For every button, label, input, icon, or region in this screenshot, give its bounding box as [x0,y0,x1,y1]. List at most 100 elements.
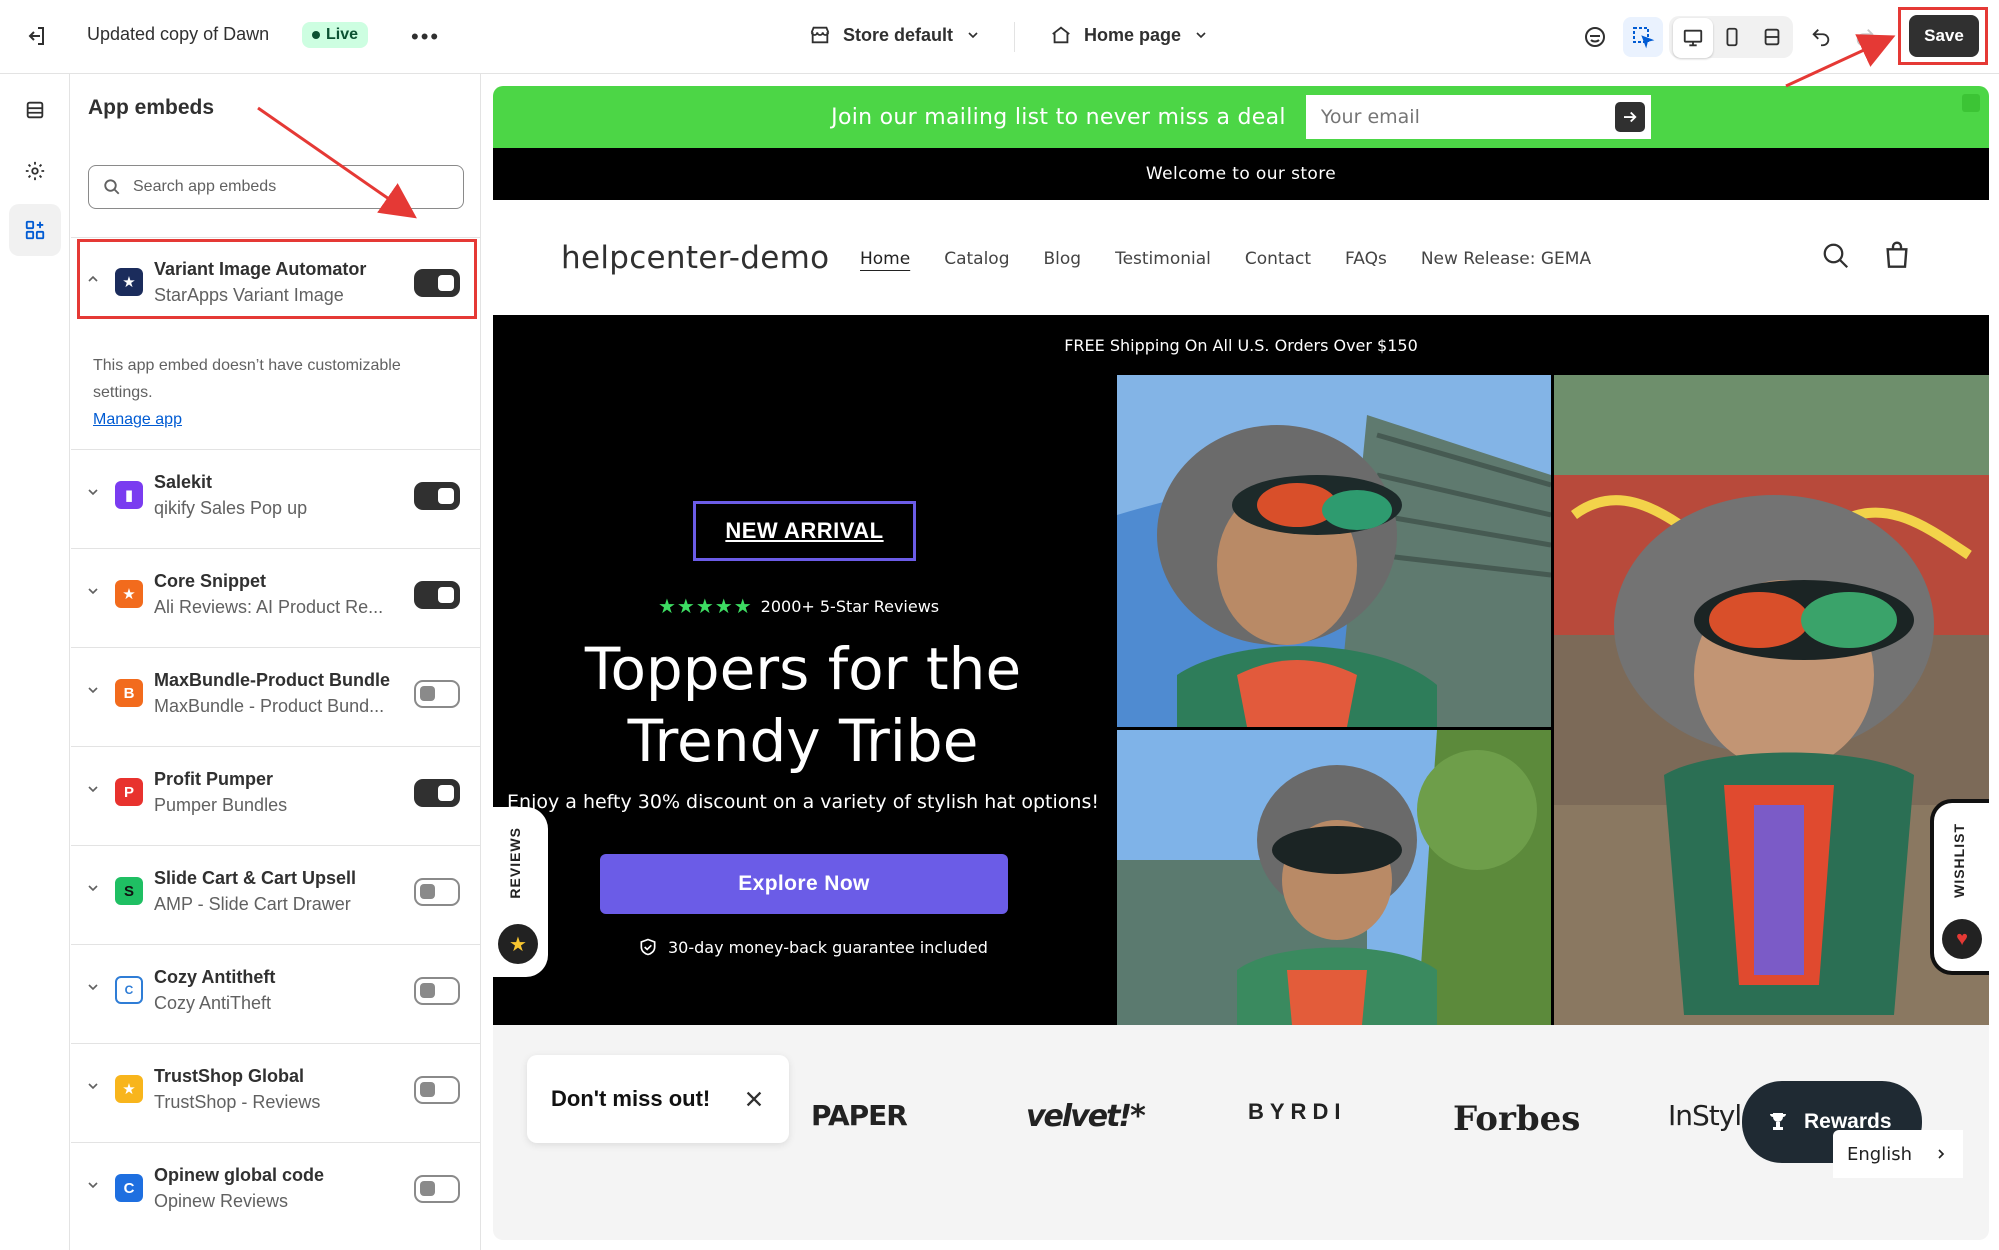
app-subtitle: Ali Reviews: AI Product Re... [154,597,384,617]
press-logo-paper: PAPER [811,1099,908,1132]
app-embed-row[interactable]: C Cozy Antitheft Cozy AntiTheft [71,944,480,1043]
app-name: Profit Pumper [154,769,274,789]
redo-icon[interactable] [1845,17,1885,57]
star-rating-icon: ★★★★★ [658,594,753,618]
close-icon[interactable] [1962,94,1980,112]
mobile-view-icon[interactable] [1712,17,1752,57]
fullscreen-view-icon[interactable] [1752,17,1792,57]
app-embed-row[interactable]: S Slide Cart & Cart Upsell AMP - Slide C… [71,845,480,944]
press-logo-forbes: Forbes [1453,1099,1581,1139]
main-nav: Home Catalog Blog Testimonial Contact FA… [860,249,1591,269]
app-toggle[interactable] [414,1076,460,1104]
chevron-down-icon[interactable] [85,979,101,1000]
app-toggle[interactable] [414,482,460,510]
app-embed-row[interactable]: ★ Core Snippet Ali Reviews: AI Product R… [71,548,480,647]
store-selector-label: Store default [843,24,954,45]
nav-contact[interactable]: Contact [1245,249,1311,269]
app-name: TrustShop Global [154,1066,305,1086]
app-subtitle: qikify Sales Pop up [154,498,308,518]
undo-icon[interactable] [1801,17,1841,57]
app-embed-row[interactable]: ▮ Salekit qikify Sales Pop up [71,449,480,548]
review-summary: ★★★★★ 2000+ 5-Star Reviews [658,594,940,618]
search-input[interactable] [133,178,433,196]
language-selector[interactable]: English [1833,1130,1963,1178]
nav-faqs[interactable]: FAQs [1345,249,1387,269]
store-logo[interactable]: helpcenter-demo [561,240,829,276]
nav-home[interactable]: Home [860,249,910,269]
editor-topbar: Updated copy of Dawn Live ••• Store defa… [0,0,1999,74]
app-subtitle: MaxBundle - Product Bund... [154,696,385,716]
page-selector-label: Home page [1084,24,1182,45]
app-embed-row[interactable]: B MaxBundle-Product Bundle MaxBundle - P… [71,647,480,746]
chevron-down-icon[interactable] [85,484,101,505]
sections-icon[interactable] [9,84,61,136]
app-toggle[interactable] [414,779,460,807]
app-logo-icon: B [115,679,143,707]
home-icon [1052,26,1070,44]
app-embed-row[interactable]: P Profit Pumper Pumper Bundles [71,746,480,845]
dont-miss-popup: Don't miss out! [527,1055,789,1143]
press-logo-byrdi: BYRDI [1248,1099,1347,1124]
chevron-down-icon[interactable] [85,1078,101,1099]
desktop-view-icon[interactable] [1673,18,1713,58]
highlight-first-app [77,239,477,319]
app-subtitle: Opinew Reviews [154,1191,289,1211]
app-embeds-icon[interactable] [9,204,61,256]
search-icon [104,179,120,195]
shipping-text: FREE Shipping On All U.S. Orders Over $1… [1064,335,1418,355]
hero-photo-3 [1117,730,1551,1025]
chevron-down-icon[interactable] [85,781,101,802]
app-logo-icon: ▮ [115,481,143,509]
welcome-bar: Welcome to our store [493,148,1989,200]
hero-photo-2 [1554,375,1989,1025]
close-icon[interactable] [743,1088,765,1110]
star-icon: ★ [498,924,538,964]
app-logo-icon: C [115,976,143,1004]
toggle-knob [438,587,454,603]
store-selector[interactable]: Store default [809,24,981,46]
app-name: Core Snippet [154,571,267,591]
arrow-right-icon[interactable] [1614,102,1645,132]
guarantee-note: 30-day money-back guarantee included [638,937,988,957]
hero-photo-1 [1117,375,1551,727]
hero-section: FREE Shipping On All U.S. Orders Over $1… [493,315,1989,1025]
reviews-widget-tab[interactable]: REVIEWS ★ [493,807,548,977]
nav-catalog[interactable]: Catalog [944,249,1009,269]
page-selector[interactable]: Home page [1050,24,1209,46]
more-actions-icon[interactable]: ••• [411,24,440,50]
nav-new-release[interactable]: New Release: GEMA [1421,249,1591,269]
editor-rail [0,74,70,1250]
nav-testimonial[interactable]: Testimonial [1115,249,1211,269]
app-toggle[interactable] [414,680,460,708]
search-icon[interactable] [1821,241,1851,276]
wishlist-widget-tab[interactable]: WISHLIST ♥ [1930,799,1989,975]
chevron-down-icon[interactable] [85,583,101,604]
inspector-icon[interactable] [1623,17,1663,57]
email-input[interactable] [1320,106,1601,128]
app-logo-icon: ★ [115,580,143,608]
exit-icon[interactable] [24,24,48,48]
app-toggle[interactable] [414,581,460,609]
manage-app-link[interactable]: Manage app [93,406,453,433]
chevron-down-icon[interactable] [85,880,101,901]
chevron-down-icon[interactable] [85,682,101,703]
explore-now-button[interactable]: Explore Now [600,854,1008,914]
app-toggle[interactable] [414,878,460,906]
chevron-down-icon[interactable] [85,1177,101,1198]
app-toggle[interactable] [414,1175,460,1203]
highlight-save [1898,7,1988,65]
toggle-knob [420,686,435,701]
toggle-knob [420,884,435,899]
app-subtitle: Cozy AntiTheft [154,993,272,1013]
hero-subtitle: Enjoy a hefty 30% discount on a variety … [507,791,1099,813]
nav-blog[interactable]: Blog [1044,249,1082,269]
theme-settings-icon[interactable] [9,145,61,197]
app-embed-row[interactable]: ★ TrustShop Global TrustShop - Reviews [71,1043,480,1142]
app-embed-row[interactable]: C Opinew global code Opinew Reviews [71,1142,480,1241]
store-preview: Join our mailing list to never miss a de… [493,86,1989,1240]
app-toggle[interactable] [414,977,460,1005]
ai-assistant-icon[interactable] [1575,17,1615,57]
app-name: Opinew global code [154,1165,325,1185]
cart-icon[interactable] [1881,240,1913,277]
store-icon [810,26,830,44]
